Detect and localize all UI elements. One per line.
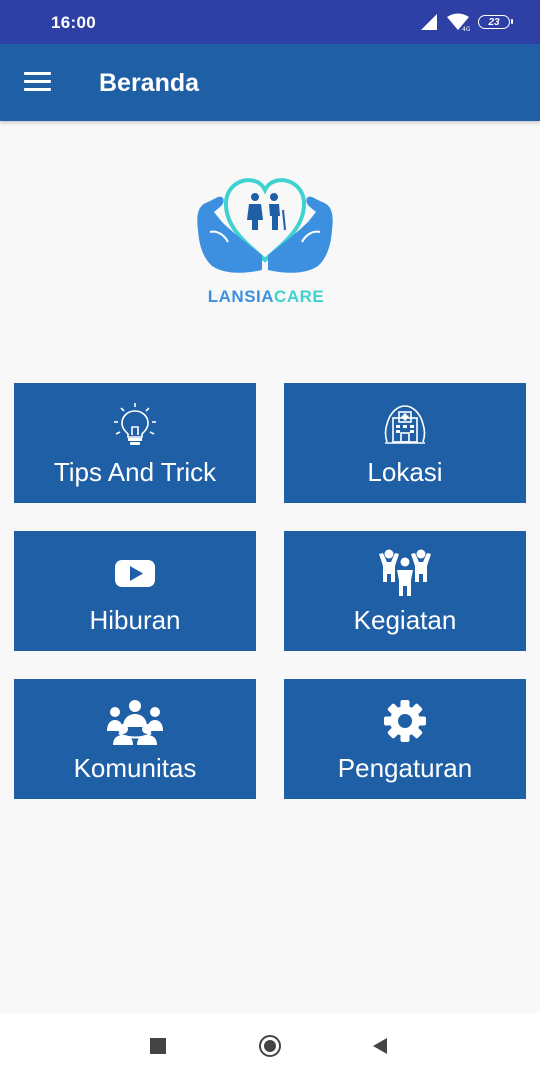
- hamburger-menu-icon[interactable]: [24, 70, 52, 92]
- tile-pengaturan[interactable]: Pengaturan: [284, 679, 526, 799]
- people-activity-icon: [379, 549, 431, 596]
- logo-text: LANSIACARE: [207, 287, 325, 306]
- status-icons: 4G 23: [420, 12, 513, 32]
- community-icon: [107, 700, 163, 745]
- status-time: 16:00: [51, 13, 96, 32]
- back-button[interactable]: [371, 1037, 389, 1055]
- gear-icon: [384, 700, 426, 742]
- tile-label: Kegiatan: [353, 605, 457, 635]
- tile-kegiatan[interactable]: Kegiatan: [284, 531, 526, 651]
- status-bar: 16:00 4G 23: [0, 0, 540, 44]
- logo-image: [197, 178, 333, 273]
- battery-level: 23: [488, 16, 500, 28]
- battery-icon: 23: [478, 15, 513, 29]
- tile-komunitas[interactable]: Komunitas: [14, 679, 256, 799]
- tile-label: Hiburan: [89, 605, 181, 635]
- app-bar: Beranda: [0, 44, 540, 121]
- svg-text:4G: 4G: [462, 26, 470, 31]
- system-nav-bar: [0, 1013, 540, 1078]
- lansia-care-logo: LANSIACARE: [190, 170, 340, 310]
- tile-lokasi[interactable]: Lokasi: [284, 383, 526, 503]
- tile-label: Komunitas: [73, 753, 197, 783]
- tile-label: Pengaturan: [337, 753, 473, 783]
- tile-tips-and-trick[interactable]: Tips And Trick: [14, 383, 256, 503]
- page-title: Beranda: [99, 69, 200, 97]
- youtube-icon: [115, 560, 155, 587]
- wifi-icon: 4G: [447, 13, 470, 31]
- tile-label: Lokasi: [367, 457, 443, 487]
- tile-hiburan[interactable]: Hiburan: [14, 531, 256, 651]
- recents-button[interactable]: [150, 1038, 166, 1054]
- lightbulb-icon: [114, 403, 156, 445]
- home-dot: [264, 1040, 276, 1052]
- tile-label: Tips And Trick: [53, 457, 217, 487]
- home-button[interactable]: [259, 1035, 281, 1057]
- hospital-icon: [384, 405, 426, 444]
- signal-icon: [421, 14, 437, 30]
